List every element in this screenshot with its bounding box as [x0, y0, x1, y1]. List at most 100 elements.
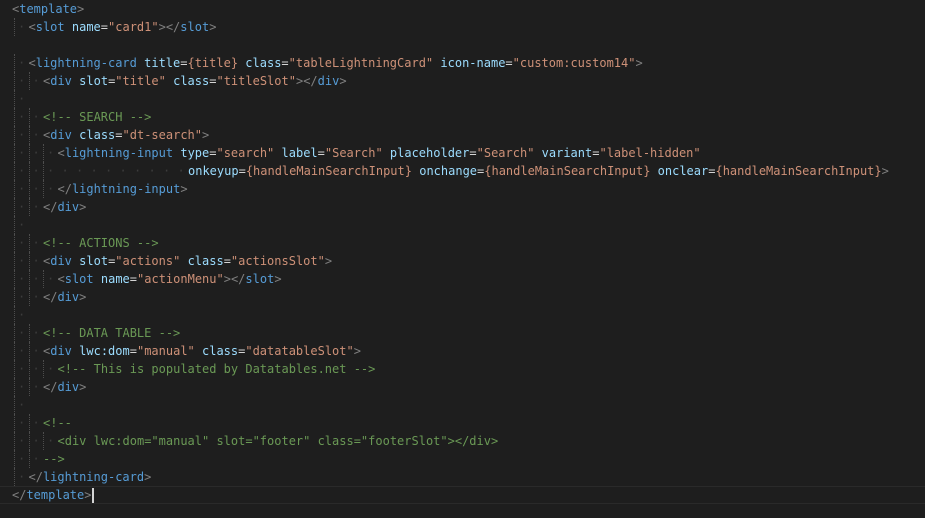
code-tokens: <!-- ACTIONS -->	[43, 234, 159, 252]
indent-guide	[28, 72, 30, 90]
indent-guide	[14, 342, 15, 360]
code-token-str: {handleMainSearchInput}	[484, 164, 651, 178]
code-line[interactable]: ·	[0, 306, 925, 324]
code-token-tag: slot	[180, 20, 210, 34]
code-line[interactable]: · · </div>	[0, 198, 925, 216]
code-token-bracket: </	[165, 20, 181, 34]
indent-guide	[14, 234, 15, 252]
code-line[interactable]: · · <!-- SEARCH -->	[0, 108, 925, 126]
indent-guide	[14, 396, 15, 414]
code-token-eq: =	[129, 344, 137, 358]
code-token-tag: div	[57, 290, 80, 304]
code-token-str: "custom:custom14"	[512, 56, 636, 70]
code-line[interactable]: · · · </lightning-input>	[0, 180, 925, 198]
code-line[interactable]: · · </div>	[0, 288, 925, 306]
code-line[interactable]: ·	[0, 396, 925, 414]
code-token-attr: label	[281, 146, 318, 160]
code-line[interactable]: · · · · · · · · · · · · onkeyup={handleMainSearchInp…	[0, 162, 925, 180]
code-tokens: </lightning-input>	[58, 180, 188, 198]
code-line[interactable]: · · · <lightning-input type="search" label=…	[0, 144, 925, 162]
code-line[interactable]: · · · <!-- This is populated by Datatables.…	[0, 360, 925, 378]
code-tokens: <div lwc:dom="manual" class="datatableSl…	[43, 342, 361, 360]
code-token-str: {handleMainSearchInput}	[715, 164, 882, 178]
whitespace-dots: ·	[18, 128, 26, 142]
code-token-bracket: </	[57, 182, 72, 196]
code-token-tag: lightning-input	[64, 146, 174, 160]
code-line[interactable]: · · · <slot name="actionMenu"></slot>	[0, 270, 925, 288]
code-token-tag: lightning-input	[71, 182, 181, 196]
code-line[interactable]: · </lightning-card>	[0, 468, 925, 486]
whitespace-dots: ·	[18, 200, 26, 214]
code-token-attr: name	[100, 272, 130, 286]
code-token-eq: =	[317, 146, 325, 160]
code-tokens: <!--	[43, 414, 72, 432]
code-line[interactable]: </template>	[0, 486, 925, 504]
code-tokens: <!-- This is populated by Datatables.net…	[58, 360, 376, 378]
whitespace-dots: ·	[134, 164, 142, 178]
whitespace-dots: ·	[32, 200, 40, 214]
code-tokens: <!-- DATA TABLE -->	[43, 324, 180, 342]
code-line[interactable]: · · <!-- DATA TABLE -->	[0, 324, 925, 342]
code-token-bracket: <	[28, 20, 36, 34]
code-line[interactable]: ·	[0, 90, 925, 108]
whitespace-dots: ·	[32, 272, 40, 286]
code-line[interactable]: · · <div lwc:dom="manual" class="datatable…	[0, 342, 925, 360]
code-token-comment: <div lwc:dom="manual" slot="footer" clas…	[57, 434, 499, 448]
code-line[interactable]: · · <div slot="actions" class="actionsSlot…	[0, 252, 925, 270]
whitespace-dots: ·	[18, 182, 26, 196]
code-token-bracket: </	[12, 488, 27, 502]
code-line[interactable]	[0, 36, 925, 54]
whitespace-dots: ·	[47, 434, 55, 448]
indent-guide	[14, 180, 15, 198]
whitespace-dots: ·	[32, 344, 40, 358]
code-line[interactable]: · · · <div lwc:dom="manual" slot="footer" c…	[0, 432, 925, 450]
code-token-str: "label-hidden"	[599, 146, 701, 160]
whitespace-dots: ·	[76, 164, 84, 178]
code-line[interactable]: · · -->	[0, 450, 925, 468]
code-line[interactable]: · · <div class="dt-search">	[0, 126, 925, 144]
code-token-str: "Search"	[476, 146, 535, 160]
code-token-eq: =	[469, 146, 477, 160]
code-line[interactable]: · · <!--	[0, 414, 925, 432]
code-line[interactable]: · <lightning-card title={title} class="ta…	[0, 54, 925, 72]
indent-guide	[14, 108, 15, 126]
indent-guide	[28, 144, 30, 162]
code-editor[interactable]: <template> · <slot name="card1"></slot> · <l…	[0, 0, 925, 518]
code-tokens: </lightning-card>	[29, 468, 152, 486]
code-token-bracket: >	[158, 20, 166, 34]
whitespace-dots: ·	[18, 434, 26, 448]
code-token-attr: title	[144, 56, 181, 70]
code-line[interactable]: · · </div>	[0, 378, 925, 396]
code-line[interactable]: · <slot name="card1"></slot>	[0, 18, 925, 36]
whitespace-dots: ·	[18, 398, 26, 412]
code-line[interactable]: · · <!-- ACTIONS -->	[0, 234, 925, 252]
code-line[interactable]: · · <div slot="title" class="titleSlot"></…	[0, 72, 925, 90]
whitespace-dots: ·	[18, 20, 26, 34]
whitespace-dots: ·	[148, 164, 156, 178]
whitespace-dots: ·	[18, 146, 26, 160]
code-tokens: <div lwc:dom="manual" slot="footer" clas…	[58, 432, 499, 450]
code-token-bracket: >	[881, 164, 889, 178]
code-line[interactable]: <template>	[0, 0, 925, 18]
code-tokens: onkeyup={handleMainSearchInput} onchange…	[188, 162, 889, 180]
whitespace-dots: ·	[47, 272, 55, 286]
code-token-tag: div	[317, 74, 340, 88]
indent-guide	[14, 378, 15, 396]
code-tokens: <lightning-input type="search" label="Se…	[58, 144, 701, 162]
whitespace-dots: ·	[105, 164, 113, 178]
indent-guide	[28, 198, 30, 216]
code-token-bracket: >	[274, 272, 282, 286]
whitespace-dots: ·	[18, 362, 26, 376]
indent-guide	[28, 162, 30, 180]
code-token-bracket: >	[84, 488, 92, 502]
code-token-bracket: >	[180, 182, 188, 196]
code-token-bracket: >	[79, 380, 87, 394]
indent-guide	[14, 288, 15, 306]
code-line[interactable]: ·	[0, 216, 925, 234]
code-token-tag: div	[50, 74, 72, 88]
code-token-bracket: >	[635, 56, 643, 70]
